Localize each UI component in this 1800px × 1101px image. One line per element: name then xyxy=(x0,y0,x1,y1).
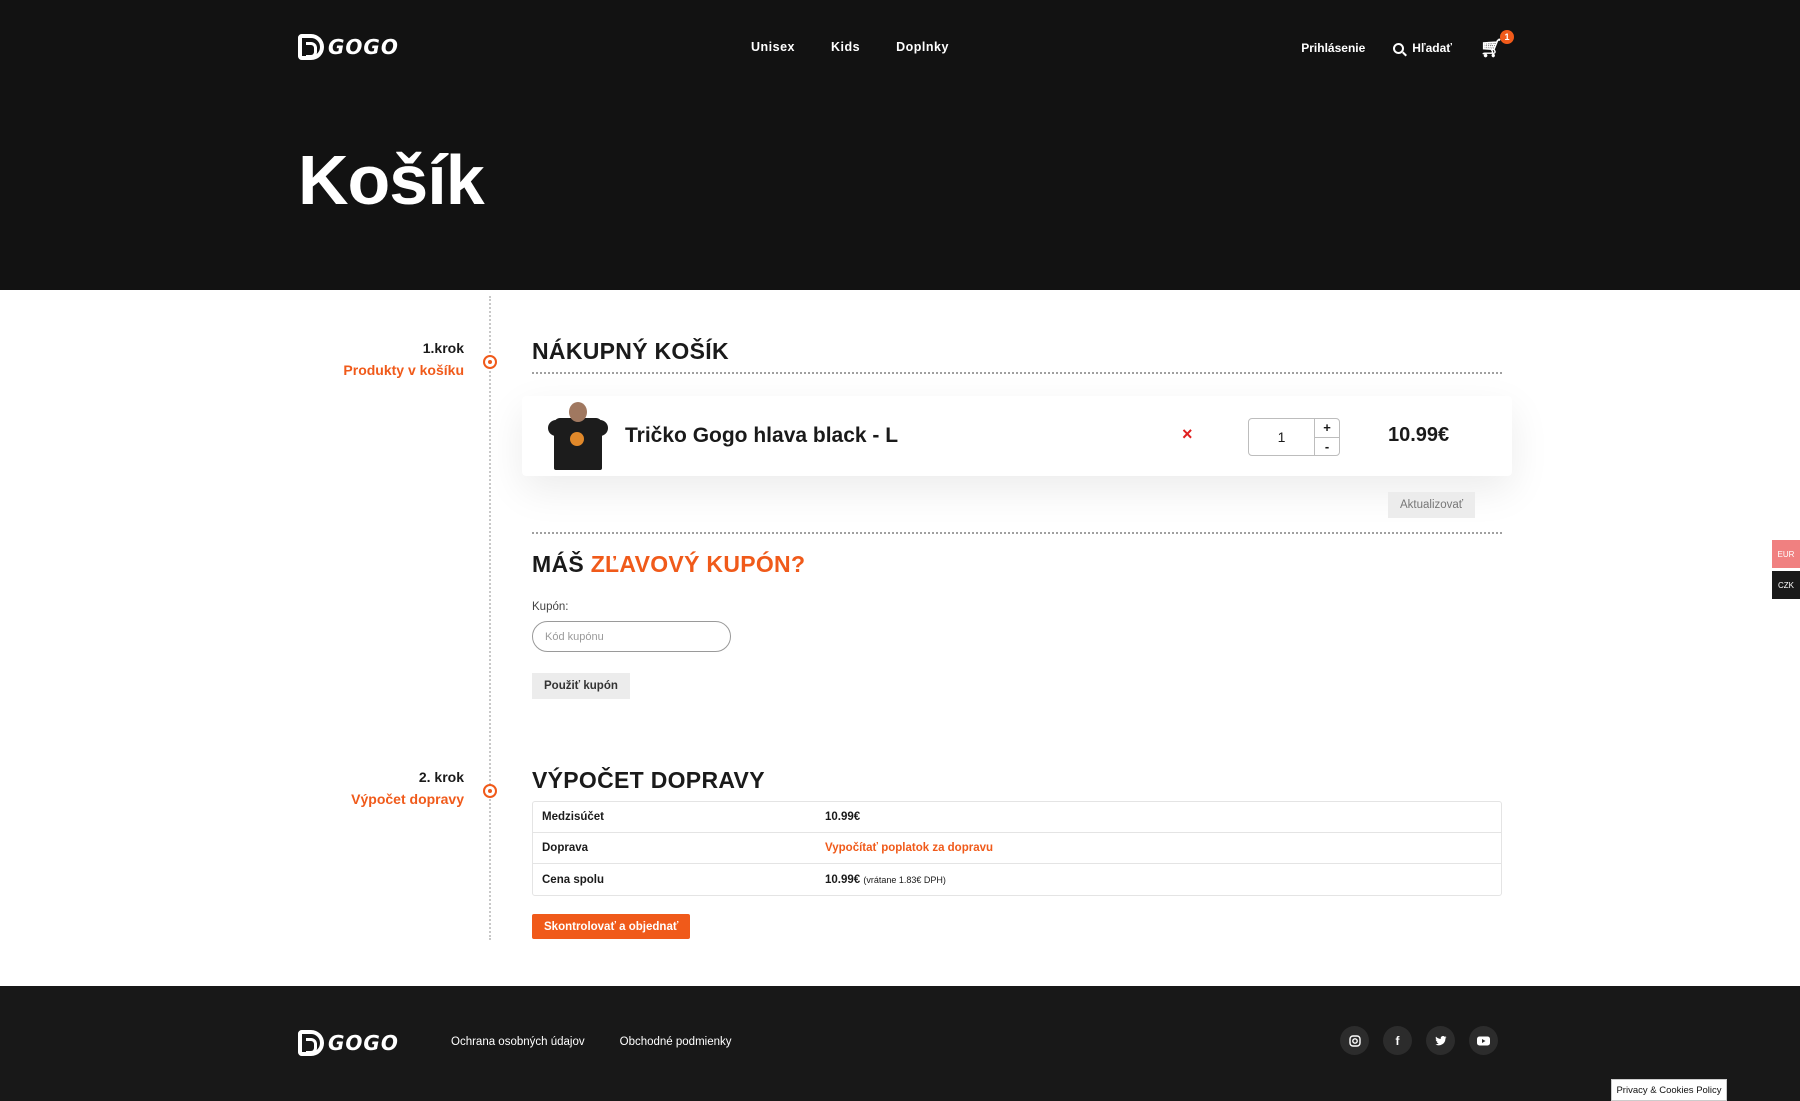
subtotal-value: 10.99€ xyxy=(825,811,861,823)
twitter-icon[interactable] xyxy=(1426,1026,1455,1055)
main-nav: Unisex Kids Doplnky xyxy=(751,40,949,54)
step-1-number: 1.krok xyxy=(422,340,464,356)
step-2-label: Výpočet dopravy xyxy=(351,791,464,807)
quantity-stepper: 1 + - xyxy=(1248,418,1340,456)
item-price: 10.99€ xyxy=(1388,424,1450,446)
instagram-icon[interactable] xyxy=(1340,1026,1369,1055)
table-row: Doprava Vypočítať poplatok za dopravu xyxy=(533,833,1501,864)
steps-timeline xyxy=(489,296,491,940)
cart-icon: 🛒︎ xyxy=(1480,38,1503,58)
cart-item-row: Tričko Gogo hlava black - L × 1 + - 10.9… xyxy=(522,396,1512,476)
logo-mark-icon xyxy=(298,1030,324,1056)
page-footer: GOGO Ochrana osobných údajov Obchodné po… xyxy=(0,986,1800,1101)
footer-links: Ochrana osobných údajov Obchodné podmien… xyxy=(451,1036,732,1048)
cart-button[interactable]: 🛒︎ 1 xyxy=(1480,30,1514,58)
step-2-marker xyxy=(483,784,497,798)
vat-note: (vrátane 1.83€ DPH) xyxy=(863,874,946,885)
step-2-number: 2. krok xyxy=(418,769,464,785)
total-value: 10.99€ xyxy=(825,873,861,886)
nav-item-kids[interactable]: Kids xyxy=(831,40,860,54)
quantity-decrease-button[interactable]: - xyxy=(1315,438,1339,456)
step-2: 2. krok Výpočet dopravy xyxy=(351,769,464,807)
step-1-label: Produkty v košíku xyxy=(343,362,464,378)
footer-link-privacy[interactable]: Ochrana osobných údajov xyxy=(451,1036,585,1048)
page-title: Košík xyxy=(298,141,485,219)
footer-logo[interactable]: GOGO xyxy=(298,1030,399,1056)
table-row: Cena spolu 10.99€ (vrátane 1.83€ DPH) xyxy=(533,864,1501,895)
checkout-button[interactable]: Skontrolovať a objednať xyxy=(532,914,691,939)
total-label: Cena spolu xyxy=(542,873,604,886)
top-navigation-bar: GOGO Unisex Kids Doplnky Prihlásenie Hľa… xyxy=(298,30,1514,64)
coupon-input[interactable] xyxy=(532,621,731,652)
totals-table: Medzisúčet 10.99€ Doprava Vypočítať popl… xyxy=(532,801,1502,896)
quantity-increase-button[interactable]: + xyxy=(1315,419,1339,438)
search-icon xyxy=(1393,42,1405,54)
facebook-icon[interactable]: f xyxy=(1383,1026,1412,1055)
login-link[interactable]: Prihlásenie xyxy=(1301,41,1365,55)
calculate-shipping-link[interactable]: Vypočítať poplatok za dopravu xyxy=(825,842,993,854)
shipping-section-title: VÝPOČET DOPRAVY xyxy=(532,767,765,793)
nav-item-unisex[interactable]: Unisex xyxy=(751,40,795,54)
page-header: GOGO Unisex Kids Doplnky Prihlásenie Hľa… xyxy=(0,0,1800,290)
privacy-cookies-policy-button[interactable]: Privacy & Cookies Policy xyxy=(1611,1079,1727,1101)
cart-count-badge: 1 xyxy=(1500,30,1514,44)
footer-link-terms[interactable]: Obchodné podmienky xyxy=(620,1036,732,1048)
table-row: Medzisúčet 10.99€ xyxy=(533,802,1501,833)
social-links: f xyxy=(1340,1026,1498,1055)
step-1: 1.krok Produkty v košíku xyxy=(343,340,464,378)
logo-text: GOGO xyxy=(328,1031,399,1055)
coupon-title-accent: ZĽAVOVÝ KUPÓN? xyxy=(590,551,806,577)
apply-coupon-button[interactable]: Použiť kupón xyxy=(532,673,630,699)
divider xyxy=(532,372,1502,374)
youtube-icon[interactable] xyxy=(1469,1026,1498,1055)
coupon-title-prefix: MÁŠ xyxy=(532,551,591,577)
cart-section-title: NÁKUPNÝ KOŠÍK xyxy=(532,338,729,364)
quantity-buttons: + - xyxy=(1315,419,1339,455)
currency-eur-button[interactable]: EUR xyxy=(1772,540,1800,568)
quantity-input[interactable]: 1 xyxy=(1249,419,1315,455)
divider xyxy=(532,532,1502,534)
logo-mark-icon xyxy=(298,34,324,60)
currency-czk-button[interactable]: CZK xyxy=(1772,571,1800,599)
search-label: Hľadať xyxy=(1412,41,1452,55)
search-link[interactable]: Hľadať xyxy=(1393,41,1452,55)
product-thumbnail[interactable] xyxy=(548,402,608,470)
shipping-label: Doprava xyxy=(542,842,589,854)
model-head xyxy=(569,402,587,422)
brand-logo[interactable]: GOGO xyxy=(298,34,399,60)
header-actions: Prihlásenie Hľadať 🛒︎ 1 xyxy=(1301,30,1514,58)
product-name-link[interactable]: Tričko Gogo hlava black - L xyxy=(625,424,898,448)
subtotal-label: Medzisúčet xyxy=(542,811,604,823)
logo-text: GOGO xyxy=(328,35,399,59)
nav-item-doplnky[interactable]: Doplnky xyxy=(896,40,949,54)
coupon-section-title: MÁŠ ZĽAVOVÝ KUPÓN? xyxy=(532,551,805,578)
shirt-print xyxy=(570,432,584,446)
step-1-marker xyxy=(483,355,497,369)
remove-item-button[interactable]: × xyxy=(1182,424,1193,445)
update-cart-button[interactable]: Aktualizovať xyxy=(1388,492,1476,518)
coupon-label: Kupón: xyxy=(532,601,569,613)
total-value-group: 10.99€ (vrátane 1.83€ DPH) xyxy=(825,874,946,886)
